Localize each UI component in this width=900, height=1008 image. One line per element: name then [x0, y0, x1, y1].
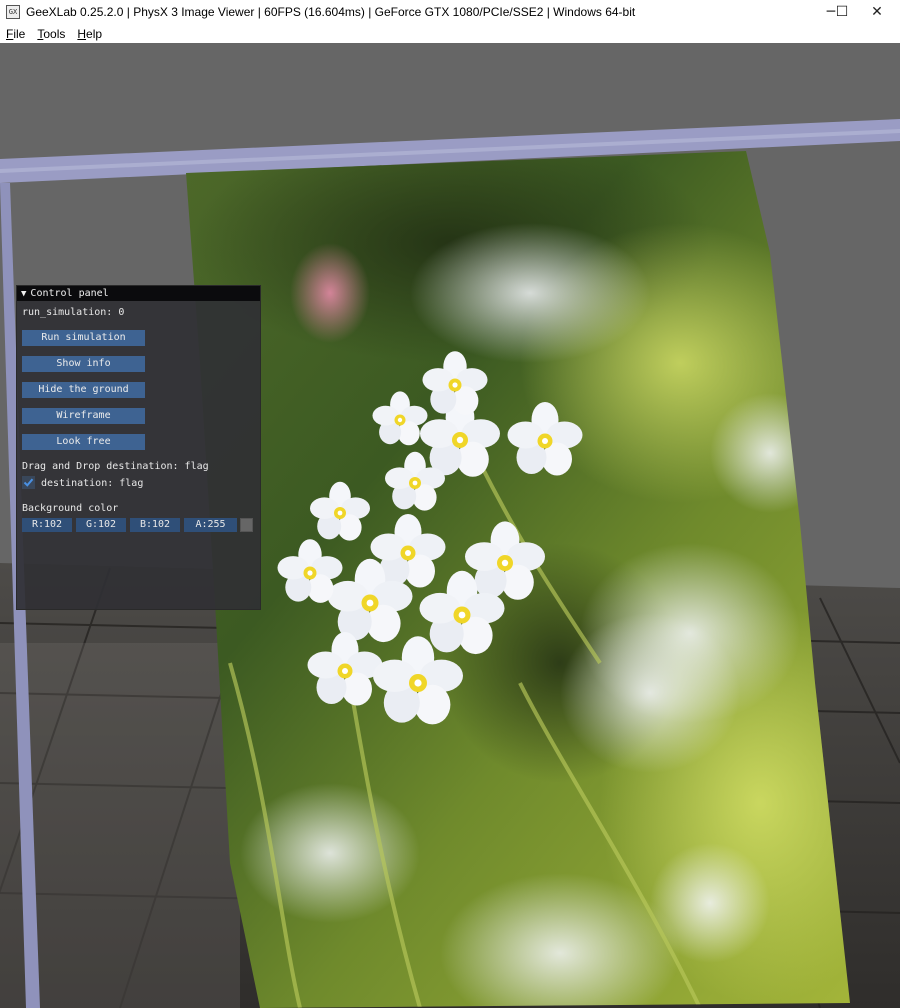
app-icon: GX [6, 5, 20, 19]
render-viewport[interactable]: ▼ Control panel run_simulation: 0 Run si… [0, 43, 900, 1008]
bg-color-swatch[interactable] [240, 518, 253, 532]
background-color-label: Background color [22, 503, 119, 514]
control-panel-title: Control panel [30, 288, 109, 299]
control-panel: ▼ Control panel run_simulation: 0 Run si… [16, 285, 261, 610]
checkmark-icon [23, 478, 34, 487]
bg-color-a-field[interactable]: A:255 [184, 518, 237, 532]
run-simulation-status: run_simulation: 0 [22, 307, 125, 318]
menu-help[interactable]: Help [77, 27, 102, 41]
collapse-arrow-icon[interactable]: ▼ [21, 289, 26, 299]
window-title: GeeXLab 0.25.2.0 | PhysX 3 Image Viewer … [26, 5, 636, 19]
bg-color-b-field[interactable]: B:102 [130, 518, 180, 532]
destination-checkbox-label: destination: flag [41, 478, 144, 489]
control-panel-header[interactable]: ▼ Control panel [17, 286, 260, 301]
hide-ground-button[interactable]: Hide the ground [22, 382, 145, 398]
run-simulation-button[interactable]: Run simulation [22, 330, 145, 346]
wireframe-button[interactable]: Wireframe [22, 408, 145, 424]
title-bar: GX GeeXLab 0.25.2.0 | PhysX 3 Image View… [0, 0, 900, 24]
bg-color-r-field[interactable]: R:102 [22, 518, 72, 532]
menu-bar: File Tools Help [0, 24, 900, 44]
menu-tools[interactable]: Tools [37, 27, 65, 41]
show-info-button[interactable]: Show info [22, 356, 145, 372]
look-free-button[interactable]: Look free [22, 434, 145, 450]
drag-drop-text: Drag and Drop destination: flag [22, 461, 209, 472]
bg-color-g-field[interactable]: G:102 [76, 518, 126, 532]
close-button[interactable]: ✕ [854, 0, 900, 24]
destination-checkbox[interactable] [22, 476, 35, 489]
menu-file[interactable]: File [6, 27, 25, 41]
